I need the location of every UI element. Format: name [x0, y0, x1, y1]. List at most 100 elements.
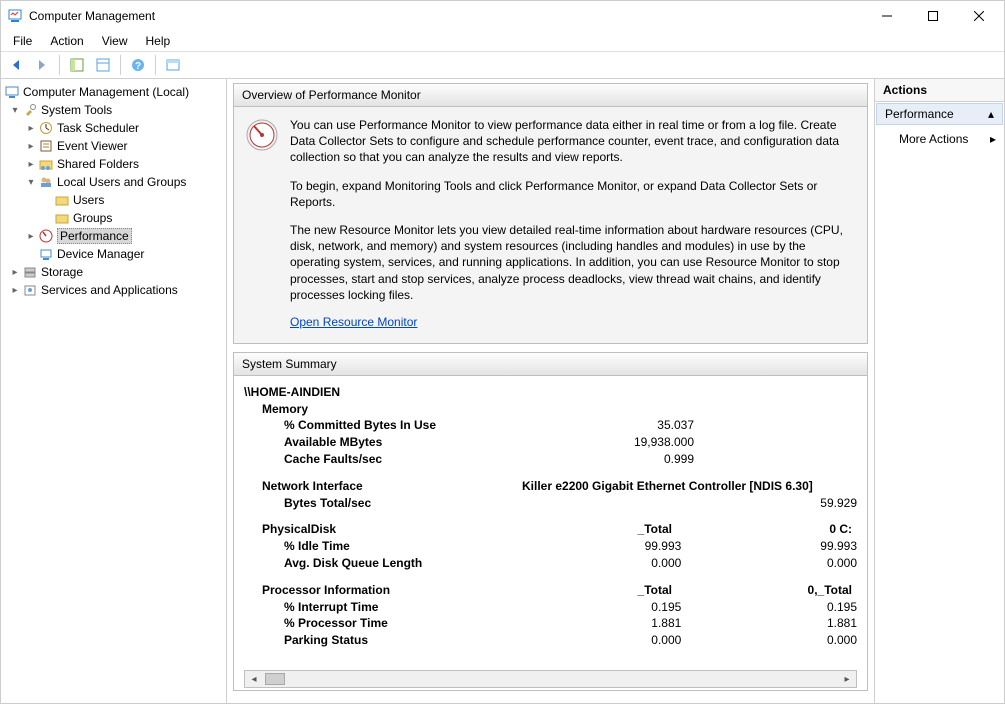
- expand-icon[interactable]: ▸: [25, 231, 37, 242]
- metric-value: 59.929: [721, 495, 857, 512]
- forward-button[interactable]: [31, 54, 53, 76]
- tree-task-scheduler[interactable]: ▸ Task Scheduler: [1, 119, 226, 137]
- open-resource-monitor-link[interactable]: Open Resource Monitor: [290, 315, 417, 329]
- menu-view[interactable]: View: [94, 32, 136, 50]
- services-icon: [22, 282, 38, 298]
- collapse-icon[interactable]: ▾: [25, 177, 37, 188]
- toolbar-separator: [120, 55, 121, 75]
- overview-paragraph: You can use Performance Monitor to view …: [290, 117, 853, 166]
- minimize-button[interactable]: [864, 1, 910, 31]
- actions-section-label: Performance: [885, 107, 954, 121]
- overview-title: Overview of Performance Monitor: [234, 84, 867, 107]
- toolbar-separator: [59, 55, 60, 75]
- metric-value: 19,938.000: [544, 434, 734, 451]
- scroll-left-icon[interactable]: ◂: [247, 674, 261, 685]
- expand-icon[interactable]: ▸: [25, 123, 37, 134]
- storage-icon: [22, 264, 38, 280]
- toolbar: ?: [1, 51, 1004, 79]
- close-button[interactable]: [956, 1, 1002, 31]
- submenu-icon: ▸: [990, 132, 996, 146]
- tree-users[interactable]: Users: [1, 191, 226, 209]
- actions-heading: Actions: [875, 79, 1004, 102]
- metric-value: 0.195: [721, 599, 857, 616]
- tree-root[interactable]: Computer Management (Local): [1, 83, 226, 101]
- overview-paragraph: The new Resource Monitor lets you view d…: [290, 222, 853, 303]
- device-icon: [38, 246, 54, 262]
- metric-value: 0.999: [544, 451, 734, 468]
- app-icon: [7, 8, 23, 24]
- menu-file[interactable]: File: [5, 32, 40, 50]
- actions-more-actions[interactable]: More Actions ▸: [875, 126, 1004, 152]
- metric-label: Bytes Total/sec: [284, 495, 536, 512]
- folder-icon: [54, 192, 70, 208]
- tree-system-tools[interactable]: ▾ System Tools: [1, 101, 226, 119]
- tree-services[interactable]: ▸ Services and Applications: [1, 281, 226, 299]
- expand-icon[interactable]: ▸: [25, 159, 37, 170]
- menubar: File Action View Help: [1, 31, 1004, 51]
- collapse-icon: ▴: [988, 107, 994, 121]
- content-pane: Overview of Performance Monitor You can …: [227, 79, 874, 703]
- metric-label: Parking Status: [284, 632, 536, 649]
- overview-panel: Overview of Performance Monitor You can …: [233, 83, 868, 344]
- maximize-button[interactable]: [910, 1, 956, 31]
- metric-value: 0.000: [536, 632, 721, 649]
- event-icon: [38, 138, 54, 154]
- computer-icon: [4, 84, 20, 100]
- actions-pane: Actions Performance ▴ More Actions ▸: [874, 79, 1004, 703]
- users-icon: [38, 174, 54, 190]
- metric-value: 1.881: [536, 615, 721, 632]
- back-button[interactable]: [5, 54, 27, 76]
- horizontal-scrollbar[interactable]: ◂ ▸: [244, 670, 857, 688]
- actions-item-label: More Actions: [899, 132, 968, 146]
- column-header: _Total: [522, 582, 712, 599]
- scroll-right-icon[interactable]: ▸: [840, 674, 854, 685]
- folder-icon: [54, 210, 70, 226]
- actions-section-performance[interactable]: Performance ▴: [876, 103, 1003, 125]
- tree-device-manager[interactable]: Device Manager: [1, 245, 226, 263]
- expand-icon[interactable]: ▸: [9, 267, 21, 278]
- tree-local-users[interactable]: ▾ Local Users and Groups: [1, 173, 226, 191]
- metric-value: 0.000: [536, 555, 721, 572]
- overview-text: You can use Performance Monitor to view …: [290, 117, 853, 329]
- tree-performance[interactable]: ▸ Performance: [1, 227, 226, 245]
- tree-shared-folders[interactable]: ▸ Shared Folders: [1, 155, 226, 173]
- tools-icon: [22, 102, 38, 118]
- performance-icon: [38, 228, 54, 244]
- clock-icon: [38, 120, 54, 136]
- svg-text:?: ?: [135, 61, 141, 72]
- scroll-thumb[interactable]: [265, 673, 285, 685]
- overview-paragraph: To begin, expand Monitoring Tools and cl…: [290, 178, 853, 210]
- properties-button[interactable]: [92, 54, 114, 76]
- network-heading: Network Interface: [262, 478, 522, 495]
- metric-value: 0.195: [536, 599, 721, 616]
- column-header: 0 C:: [712, 521, 852, 538]
- menu-action[interactable]: Action: [42, 32, 91, 50]
- toolbar-separator: [155, 55, 156, 75]
- help-button[interactable]: ?: [127, 54, 149, 76]
- summary-host: \\HOME-AINDIEN: [244, 384, 340, 401]
- window-title: Computer Management: [29, 9, 864, 23]
- metric-label: % Interrupt Time: [284, 599, 536, 616]
- show-hide-tree-button[interactable]: [66, 54, 88, 76]
- processor-heading: Processor Information: [262, 582, 522, 599]
- navigation-tree[interactable]: Computer Management (Local) ▾ System Too…: [1, 79, 227, 703]
- metric-label: % Committed Bytes In Use: [284, 417, 544, 434]
- tree-groups[interactable]: Groups: [1, 209, 226, 227]
- expand-icon[interactable]: ▸: [25, 141, 37, 152]
- metric-value: 99.993: [721, 538, 857, 555]
- system-summary-panel: System Summary \\HOME-AINDIEN Memory % C…: [233, 352, 868, 691]
- menu-help[interactable]: Help: [138, 32, 179, 50]
- metric-label: % Idle Time: [284, 538, 536, 555]
- metric-label: Cache Faults/sec: [284, 451, 544, 468]
- metric-value: 0.000: [721, 632, 857, 649]
- expand-icon[interactable]: ▸: [9, 285, 21, 296]
- collapse-icon[interactable]: ▾: [9, 105, 21, 116]
- tree-event-viewer[interactable]: ▸ Event Viewer: [1, 137, 226, 155]
- disk-heading: PhysicalDisk: [262, 521, 522, 538]
- tree-storage[interactable]: ▸ Storage: [1, 263, 226, 281]
- metric-value: 99.993: [536, 538, 721, 555]
- metric-value: 1.881: [721, 615, 857, 632]
- metric-label: % Processor Time: [284, 615, 536, 632]
- view-button[interactable]: [162, 54, 184, 76]
- column-header: 0,_Total: [712, 582, 852, 599]
